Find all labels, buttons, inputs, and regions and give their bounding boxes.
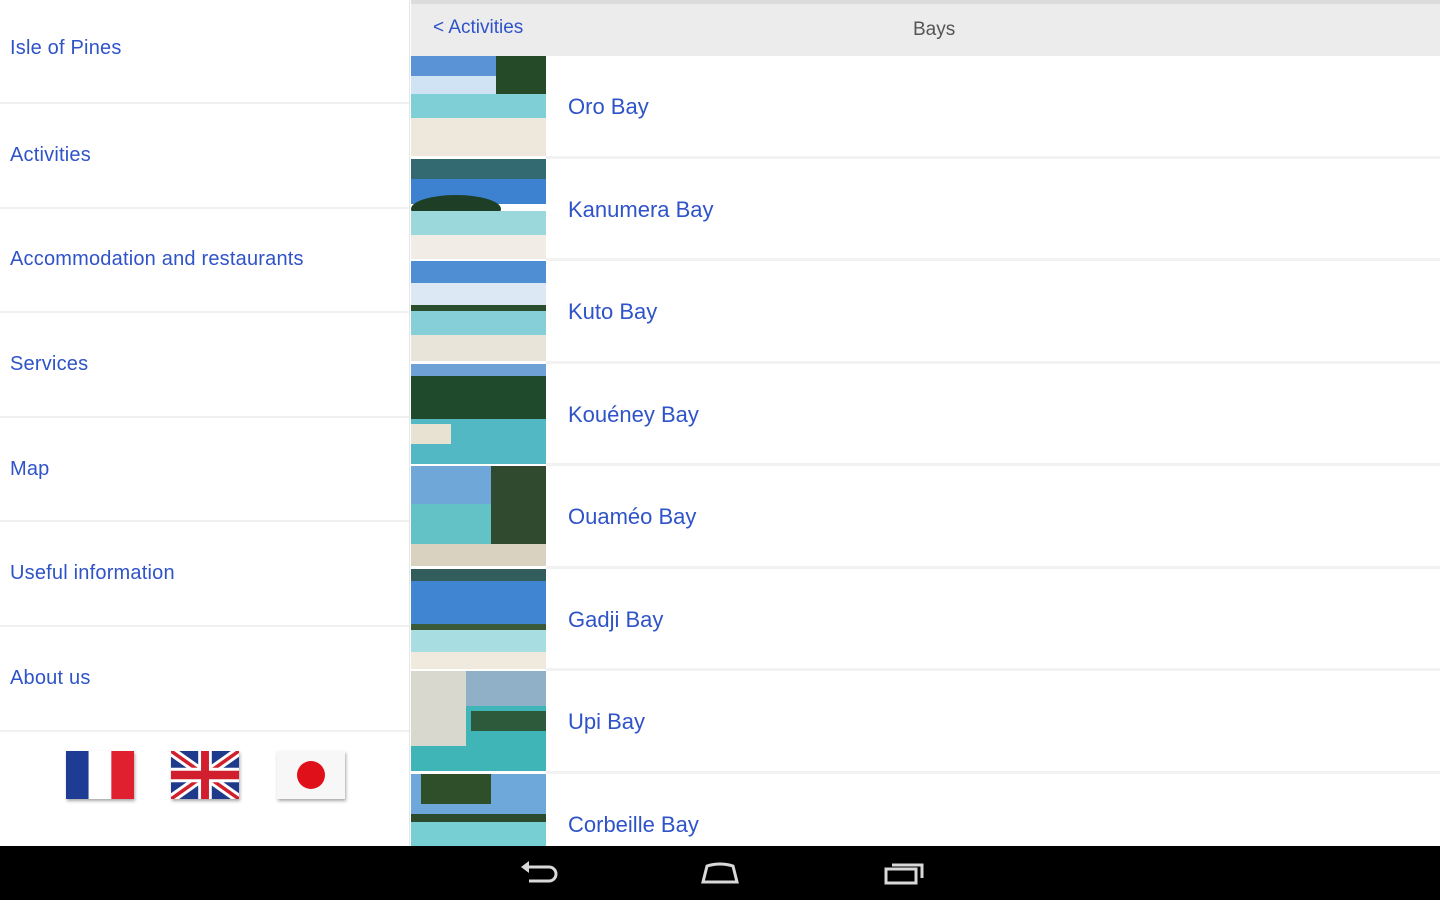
sidebar-item-map[interactable]: Map <box>0 418 409 523</box>
back-icon[interactable] <box>517 858 561 888</box>
sidebar-item-about-us[interactable]: About us <box>0 627 409 732</box>
list-item-ouameo-bay[interactable]: Ouaméo Bay <box>411 466 1440 569</box>
sidebar-item-label: Accommodation and restaurants <box>10 248 304 271</box>
kanumera-bay-photo <box>411 158 546 259</box>
sidebar-item-useful-information[interactable]: Useful information <box>0 522 409 627</box>
uk-flag-icon[interactable] <box>171 751 239 799</box>
list-item-oro-bay[interactable]: Oro Bay <box>411 56 1440 159</box>
list-item-koueney-bay[interactable]: Kouéney Bay <box>411 363 1440 466</box>
sidebar-item-label: Isle of Pines <box>10 36 122 59</box>
france-flag-icon[interactable] <box>66 751 134 799</box>
list-item-corbeille-bay[interactable]: Corbeille Bay <box>411 773 1440 846</box>
bays-list: Oro Bay Kanumera Bay Kuto Bay Kouéney Ba… <box>411 56 1440 846</box>
sidebar-item-label: Map <box>10 457 50 480</box>
sidebar-item-isle-of-pines[interactable]: Isle of Pines <box>0 0 409 104</box>
japan-flag-icon[interactable] <box>277 751 345 799</box>
bay-name: Kouéney Bay <box>568 401 699 427</box>
bay-name: Corbeille Bay <box>568 811 699 837</box>
koueney-bay-photo <box>411 363 546 464</box>
bay-name: Gadji Bay <box>568 606 664 632</box>
upi-bay-photo <box>411 671 546 771</box>
bay-name: Oro Bay <box>568 94 649 119</box>
sidebar-menu: Isle of Pines Activities Accommodation a… <box>0 0 410 846</box>
list-item-gadji-bay[interactable]: Gadji Bay <box>411 568 1440 671</box>
sidebar-item-label: Services <box>10 352 89 375</box>
top-bar: < Activities Bays <box>411 0 1440 56</box>
ouameo-bay-photo <box>411 466 546 566</box>
sidebar-item-label: Useful information <box>10 562 175 585</box>
bay-name: Kanumera Bay <box>568 196 714 222</box>
sidebar-item-activities[interactable]: Activities <box>0 104 409 209</box>
corbeille-bay-photo <box>411 773 546 846</box>
sidebar-item-accommodation[interactable]: Accommodation and restaurants <box>0 209 409 314</box>
kuto-bay-photo <box>411 261 546 361</box>
bay-name: Kuto Bay <box>568 299 658 324</box>
system-nav-bar <box>0 846 1440 900</box>
gadji-bay-photo <box>411 568 546 669</box>
list-item-kanumera-bay[interactable]: Kanumera Bay <box>411 158 1440 261</box>
home-icon[interactable] <box>698 858 742 888</box>
back-to-activities-link[interactable]: < Activities <box>433 17 523 39</box>
bay-name: Ouaméo Bay <box>568 504 697 529</box>
list-item-kuto-bay[interactable]: Kuto Bay <box>411 261 1440 364</box>
sidebar-item-label: About us <box>10 666 91 689</box>
page-title: Bays <box>913 19 956 40</box>
recent-apps-icon[interactable] <box>882 858 926 888</box>
bay-name: Upi Bay <box>568 709 646 734</box>
sidebar-item-services[interactable]: Services <box>0 313 409 418</box>
oro-bay-photo <box>411 56 546 156</box>
sidebar-item-label: Activities <box>10 143 91 166</box>
list-item-upi-bay[interactable]: Upi Bay <box>411 671 1440 774</box>
